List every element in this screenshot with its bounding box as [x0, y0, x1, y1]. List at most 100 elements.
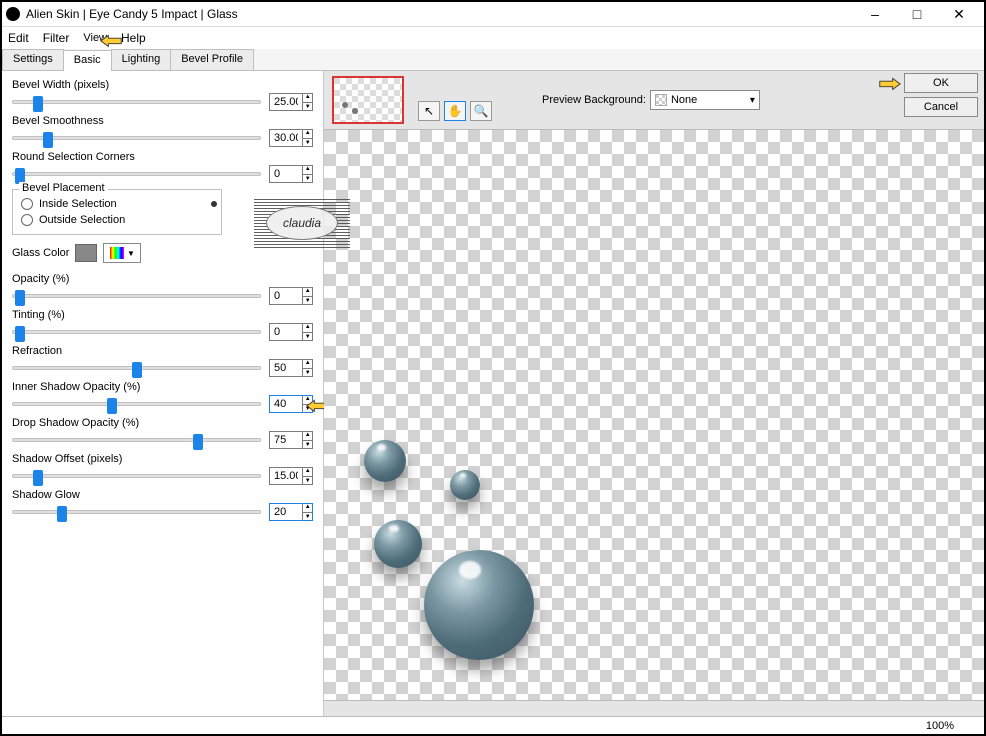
ok-button[interactable]: OK	[904, 73, 978, 93]
bevel-width-slider[interactable]	[12, 100, 261, 104]
tab-bevel[interactable]: Bevel Profile	[170, 49, 254, 70]
zoom-level: 100%	[926, 720, 954, 732]
preview-canvas[interactable]	[324, 129, 984, 700]
radio-dot-icon	[21, 198, 33, 210]
maximize-button[interactable]: □	[896, 3, 938, 26]
drop-shadow-value[interactable]: ▲▼	[269, 431, 313, 449]
tool-move[interactable]: ↖	[418, 101, 440, 121]
rainbow-icon	[110, 247, 124, 259]
main-area: Bevel Width (pixels) ▲▼ Bevel Smoothness…	[2, 71, 984, 716]
shadow-offset-label: Shadow Offset (pixels)	[12, 453, 313, 465]
row-tinting: Tinting (%) ▲▼	[12, 309, 313, 341]
horizontal-scrollbar[interactable]	[324, 700, 984, 716]
glass-orb	[364, 440, 406, 482]
glass-color-picker-button[interactable]: ▼	[103, 243, 141, 263]
shadow-glow-slider[interactable]	[12, 510, 261, 514]
pointer-hand-icon	[874, 71, 904, 95]
glass-orb	[374, 520, 422, 568]
tinting-value[interactable]: ▲▼	[269, 323, 313, 341]
menu-view[interactable]: View	[83, 32, 107, 44]
bevel-smoothness-slider[interactable]	[12, 136, 261, 140]
tab-settings[interactable]: Settings	[2, 49, 64, 70]
tab-lighting[interactable]: Lighting	[111, 49, 172, 70]
menu-bar: Edit Filter View Help	[2, 27, 984, 49]
round-corners-value[interactable]: ▲▼	[269, 165, 313, 183]
bevel-smoothness-value[interactable]: ▲▼	[269, 129, 313, 147]
row-bevel-width: Bevel Width (pixels) ▲▼	[12, 79, 313, 111]
refraction-value[interactable]: ▲▼	[269, 359, 313, 377]
round-corners-input[interactable]	[270, 168, 302, 180]
drop-shadow-label: Drop Shadow Opacity (%)	[12, 417, 313, 429]
shadow-offset-value[interactable]: ▲▼	[269, 467, 313, 485]
preview-toolbar: ↖ ✋ 🔍 Preview Background: None OK Can	[324, 71, 984, 129]
mask-thumbnail[interactable]	[332, 76, 404, 124]
tinting-slider[interactable]	[12, 330, 261, 334]
tab-strip: Settings Basic Lighting Bevel Profile	[2, 49, 984, 71]
preview-bg-select[interactable]: None	[650, 90, 760, 110]
menu-edit[interactable]: Edit	[8, 31, 29, 45]
row-refraction: Refraction ▲▼	[12, 345, 313, 377]
opacity-value[interactable]: ▲▼	[269, 287, 313, 305]
row-opacity: Opacity (%) ▲▼	[12, 273, 313, 305]
menu-help[interactable]: Help	[121, 31, 146, 45]
row-inner-shadow: Inner Shadow Opacity (%) ▲▼	[12, 381, 313, 413]
preview-bg-value: None	[671, 94, 697, 106]
radio-inside[interactable]: Inside Selection	[21, 198, 213, 210]
glass-color-swatch[interactable]	[75, 244, 97, 262]
row-shadow-offset: Shadow Offset (pixels) ▲▼	[12, 453, 313, 485]
spinner[interactable]: ▲▼	[302, 467, 312, 485]
spinner[interactable]: ▲▼	[302, 129, 312, 147]
cancel-button[interactable]: Cancel	[904, 97, 978, 117]
tab-basic[interactable]: Basic	[63, 50, 112, 71]
shadow-glow-value[interactable]: ▲▼	[269, 503, 313, 521]
refraction-label: Refraction	[12, 345, 313, 357]
tool-hand[interactable]: ✋	[444, 101, 466, 121]
spinner[interactable]: ▲▼	[302, 359, 312, 377]
opacity-input[interactable]	[270, 290, 302, 302]
preview-bg-label: Preview Background:	[542, 94, 646, 106]
row-round-corners: Round Selection Corners ▲▼	[12, 151, 313, 183]
spinner[interactable]: ▲▼	[302, 93, 312, 111]
shadow-glow-label: Shadow Glow	[12, 489, 313, 501]
menu-filter[interactable]: Filter	[43, 31, 70, 45]
row-drop-shadow: Drop Shadow Opacity (%) ▲▼	[12, 417, 313, 449]
spinner[interactable]: ▲▼	[302, 431, 312, 449]
bevel-placement-title: Bevel Placement	[19, 182, 108, 194]
row-bevel-smoothness: Bevel Smoothness ▲▼	[12, 115, 313, 147]
shadow-glow-input[interactable]	[270, 506, 302, 518]
opacity-slider[interactable]	[12, 294, 261, 298]
tinting-input[interactable]	[270, 326, 302, 338]
glass-orb	[424, 550, 534, 660]
title-bar: Alien Skin | Eye Candy 5 Impact | Glass …	[2, 2, 984, 27]
inner-shadow-input[interactable]	[270, 398, 302, 410]
bevel-width-input[interactable]	[270, 96, 302, 108]
shadow-offset-slider[interactable]	[12, 474, 261, 478]
bevel-width-label: Bevel Width (pixels)	[12, 79, 313, 91]
left-panel: Bevel Width (pixels) ▲▼ Bevel Smoothness…	[2, 71, 324, 716]
bevel-smoothness-input[interactable]	[270, 132, 302, 144]
minimize-button[interactable]: –	[854, 3, 896, 26]
shadow-offset-input[interactable]	[270, 470, 302, 482]
tool-zoom[interactable]: 🔍	[470, 101, 492, 121]
round-corners-label: Round Selection Corners	[12, 151, 313, 163]
drop-shadow-slider[interactable]	[12, 438, 261, 442]
round-corners-slider[interactable]	[12, 172, 261, 176]
dropdown-arrow-icon: ▼	[127, 249, 135, 258]
spinner[interactable]: ▲▼	[302, 287, 312, 305]
spinner[interactable]: ▲▼	[302, 503, 312, 521]
glass-color-label: Glass Color	[12, 247, 69, 259]
checker-icon	[655, 94, 667, 106]
radio-outside[interactable]: Outside Selection	[21, 214, 213, 226]
right-panel: ↖ ✋ 🔍 Preview Background: None OK Can	[324, 71, 984, 716]
row-shadow-glow: Shadow Glow ▲▼	[12, 489, 313, 521]
refraction-input[interactable]	[270, 362, 302, 374]
drop-shadow-input[interactable]	[270, 434, 302, 446]
radio-circle-icon	[21, 214, 33, 226]
close-button[interactable]: ✕	[938, 3, 980, 26]
refraction-slider[interactable]	[12, 366, 261, 370]
bevel-width-value[interactable]: ▲▼	[269, 93, 313, 111]
spinner[interactable]: ▲▼	[302, 323, 312, 341]
tinting-label: Tinting (%)	[12, 309, 313, 321]
inner-shadow-slider[interactable]	[12, 402, 261, 406]
spinner[interactable]: ▲▼	[302, 165, 312, 183]
